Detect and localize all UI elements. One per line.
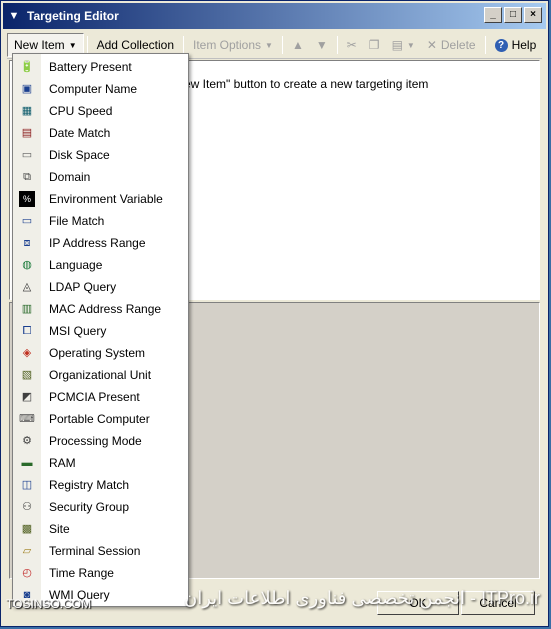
menu-item-registry-match[interactable]: ◫ Registry Match [13,474,188,496]
menu-item-ldap-query[interactable]: ◬ LDAP Query [13,276,188,298]
copy-button[interactable]: ❐ [363,34,386,56]
domain-icon: ⧉ [23,171,31,183]
menu-item-pcmcia-present[interactable]: ◩ PCMCIA Present [13,386,188,408]
move-up-button[interactable]: ▲ [286,34,310,56]
menu-item-msi-query[interactable]: ⧠ MSI Query [13,320,188,342]
processing-icon: ⚙ [22,435,32,447]
paste-button[interactable]: ▤ ▼ [386,34,421,56]
new-item-label: New Item [14,38,65,52]
maximize-button[interactable]: □ [504,7,522,23]
menu-item-ram[interactable]: ▬ RAM [13,452,188,474]
watermark-itpro: ITPro.ir - انجمن تخصصی فناوری اطلاعات ای… [184,588,540,608]
item-options-button[interactable]: Item Options ▼ [187,34,279,56]
chevron-down-icon: ▼ [406,40,415,50]
file-icon: ▭ [21,215,33,227]
minimize-button[interactable]: _ [484,7,502,23]
ram-icon: ▬ [21,457,33,469]
ou-icon: ▧ [21,369,33,381]
menu-item-battery-present[interactable]: 🔋 Battery Present [13,56,188,78]
menu-item-security-group[interactable]: ⚇ Security Group [13,496,188,518]
toolbar-divider [484,36,486,54]
help-button[interactable]: ? Help [489,34,543,56]
group-icon: ⚇ [22,501,32,513]
env-variable-icon: % [19,191,35,207]
help-label: Help [511,38,537,52]
menu-item-cpu-speed[interactable]: ▦ CPU Speed [13,100,188,122]
arrow-up-icon: ▲ [291,38,304,52]
title-bar: ▼ Targeting Editor _ □ × [3,3,546,29]
chevron-down-icon: ▼ [265,40,273,50]
battery-icon: 🔋 [20,61,34,73]
os-icon: ◈ [22,347,32,359]
new-item-dropdown-menu: 🔋 Battery Present ▣ Computer Name ▦ CPU Spe… [12,53,189,607]
chevron-down-icon: ▼ [68,40,77,50]
computer-icon: ▣ [21,83,33,95]
menu-item-terminal-session[interactable]: ▱ Terminal Session [13,540,188,562]
menu-item-processing-mode[interactable]: ⚙ Processing Mode [13,430,188,452]
toolbar-divider [86,36,88,54]
help-icon: ? [494,38,508,52]
registry-icon: ◫ [21,479,33,491]
pcmcia-icon: ◩ [21,391,33,403]
terminal-icon: ▱ [22,545,32,557]
empty-hint-text: ew Item" button to create a new targetin… [184,77,429,91]
menu-item-site[interactable]: ▩ Site [13,518,188,540]
menu-item-mac-address-range[interactable]: ▥ MAC Address Range [13,298,188,320]
toolbar-divider [336,36,338,54]
menu-item-file-match[interactable]: ▭ File Match [13,210,188,232]
toolbar-divider [281,36,283,54]
move-down-button[interactable]: ▼ [310,34,334,56]
delete-button[interactable]: ✕ Delete [421,34,482,56]
delete-label: Delete [440,38,476,52]
menu-item-portable-computer[interactable]: ⌨ Portable Computer [13,408,188,430]
copy-icon: ❐ [368,38,380,52]
window-title: Targeting Editor [27,9,119,23]
close-button[interactable]: × [524,7,542,23]
window-menu-icon[interactable]: ▼ [7,9,21,23]
cut-button[interactable]: ✂ [341,34,363,56]
menu-item-time-range[interactable]: ◴ Time Range [13,562,188,584]
menu-item-computer-name[interactable]: ▣ Computer Name [13,78,188,100]
laptop-icon: ⌨ [19,413,35,425]
menu-item-organizational-unit[interactable]: ▧ Organizational Unit [13,364,188,386]
menu-item-operating-system[interactable]: ◈ Operating System [13,342,188,364]
msi-icon: ⧠ [22,325,32,337]
toolbar-divider [183,36,184,54]
menu-item-domain[interactable]: ⧉ Domain [13,166,188,188]
paste-icon: ▤ [391,38,403,52]
menu-item-environment-variable[interactable]: % Environment Variable [13,188,188,210]
cpu-icon: ▦ [21,105,33,117]
disk-icon: ▭ [21,149,33,161]
x-icon: ✕ [426,38,437,52]
calendar-icon: ▤ [21,127,33,139]
mac-icon: ▥ [21,303,33,315]
item-options-label: Item Options [193,38,262,52]
menu-item-disk-space[interactable]: ▭ Disk Space [13,144,188,166]
globe-icon: ◍ [22,259,32,271]
menu-item-ip-address-range[interactable]: ⧈ IP Address Range [13,232,188,254]
scissors-icon: ✂ [346,38,357,52]
network-icon: ⧈ [23,237,31,249]
menu-item-language[interactable]: ◍ Language [13,254,188,276]
arrow-down-icon: ▼ [315,38,328,52]
ldap-icon: ◬ [22,281,32,293]
menu-item-date-match[interactable]: ▤ Date Match [13,122,188,144]
site-icon: ▩ [21,523,33,535]
clock-icon: ◴ [22,567,32,579]
